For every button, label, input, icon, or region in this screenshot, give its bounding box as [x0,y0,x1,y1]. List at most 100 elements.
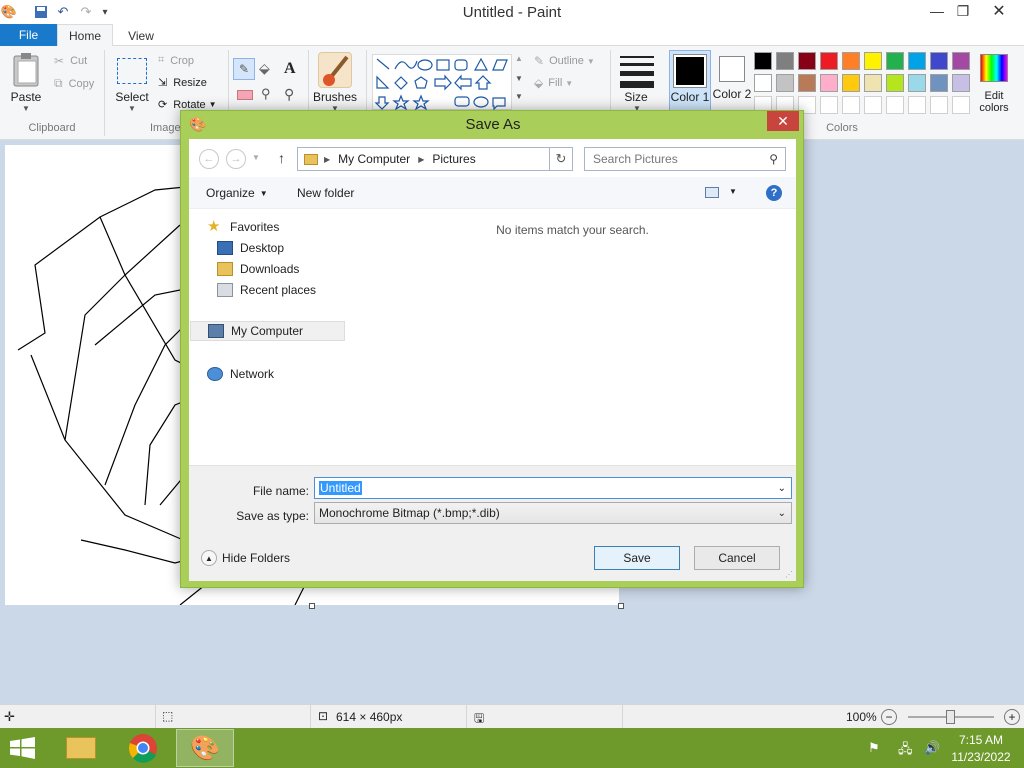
palette-swatch[interactable] [886,74,904,92]
palette-swatch[interactable] [776,52,794,70]
color-picker-icon[interactable]: ⚲ [261,86,271,102]
palette-swatch[interactable] [952,52,970,70]
file-name-input[interactable]: Untitled [319,481,362,495]
clock-time[interactable]: 7:15 AM [946,733,1016,747]
palette-swatch[interactable] [908,96,926,114]
fill-bucket-icon[interactable]: ⬙ [259,60,270,77]
crop-button[interactable]: ⌗ Crop [158,54,194,67]
save-as-type-select[interactable]: Monochrome Bitmap (*.bmp;*.dib) ⌄ [314,502,792,524]
search-box[interactable]: Search Pictures ⚲ [584,147,786,171]
outline-button[interactable]: ✎ Outline ▼ [534,54,595,68]
palette-swatch[interactable] [864,52,882,70]
shapes-scroll-down-icon[interactable]: ▼ [515,74,523,83]
up-button[interactable]: ↑ [278,150,285,166]
help-icon[interactable]: ? [766,185,782,201]
shapes-scroll-up-icon[interactable]: ▲ [515,54,523,63]
start-button[interactable] [8,736,38,760]
paste-icon[interactable] [10,52,44,88]
copy-button[interactable]: ⧉ Copy [54,76,94,91]
file-name-dropdown-icon[interactable]: ⌄ [778,483,786,494]
paint-taskbar-icon[interactable]: 🎨 [176,729,234,767]
palette-swatch[interactable] [908,52,926,70]
palette-swatch[interactable] [820,52,838,70]
zoom-slider-thumb[interactable] [946,710,955,724]
zoom-out-button[interactable]: − [881,709,897,725]
magnifier-icon[interactable]: ⚲ [284,86,294,103]
palette-swatch[interactable] [842,96,860,114]
tree-favorites[interactable]: ★ Favorites [207,217,279,237]
text-tool-icon[interactable]: A [284,60,296,78]
palette-swatch[interactable] [820,74,838,92]
select-dropdown-icon[interactable]: ▼ [128,104,136,113]
file-explorer-icon[interactable] [56,730,106,766]
palette-swatch[interactable] [864,96,882,114]
palette-swatch[interactable] [886,96,904,114]
restore-button[interactable]: ❐ [946,0,980,22]
recent-locations-icon[interactable]: ▼ [252,153,260,162]
size-icon[interactable] [620,56,654,88]
palette-swatch[interactable] [908,74,926,92]
tree-network[interactable]: Network [207,364,274,384]
forward-button[interactable]: → [226,149,246,169]
cut-button[interactable]: ✂ Cut [54,54,87,68]
tab-view[interactable]: View [113,24,169,47]
back-button[interactable]: ← [199,149,219,169]
zoom-in-button[interactable]: + [1004,709,1020,725]
palette-swatch[interactable] [798,52,816,70]
palette-swatch[interactable] [864,74,882,92]
refresh-icon[interactable]: ↻ [549,147,573,171]
search-input[interactable]: Search Pictures [593,152,678,166]
organize-button[interactable]: Organize ▼ [206,186,268,200]
edit-colors-button[interactable]: Edit colors [974,90,1014,114]
paste-button[interactable]: Paste [6,90,46,104]
save-button[interactable]: Save [594,546,680,570]
resize-handle-corner[interactable] [618,603,624,609]
fill-button[interactable]: ⬙ Fill ▼ [534,76,573,90]
brushes-button[interactable]: Brushes [310,90,360,104]
select-icon[interactable] [117,58,147,84]
color2-button[interactable]: Color 2 [712,50,752,114]
shapes-gallery[interactable] [372,54,512,111]
tree-desktop[interactable]: Desktop [217,238,284,258]
tab-file[interactable]: File [0,24,57,46]
color1-button[interactable]: Color 1 [669,50,711,114]
select-button[interactable]: Select [112,90,152,104]
shapes-expand-icon[interactable]: ▼ [515,92,523,101]
palette-swatch[interactable] [930,96,948,114]
size-grip-icon[interactable]: ⋰ [785,570,793,579]
view-dropdown-icon[interactable]: ▼ [729,187,737,196]
clock-date[interactable]: 11/23/2022 [946,750,1016,764]
dialog-close-button[interactable]: ✕ [767,111,799,131]
address-bar[interactable]: ▶ My Computer ▶ Pictures ⌄ [297,147,573,171]
palette-swatch[interactable] [952,74,970,92]
pencil-icon[interactable]: ✎ [233,58,255,80]
breadcrumb-my-computer[interactable]: My Computer [338,152,410,166]
view-options-icon[interactable] [705,187,719,198]
volume-icon[interactable]: 🔊 [924,740,940,756]
palette-swatch[interactable] [842,74,860,92]
palette-swatch[interactable] [754,74,772,92]
breadcrumb-pictures[interactable]: Pictures [432,152,475,166]
palette-swatch[interactable] [930,74,948,92]
network-tray-icon[interactable]: 🖧 [898,740,913,762]
brushes-icon[interactable] [318,52,352,88]
paste-dropdown-icon[interactable]: ▼ [22,104,30,113]
palette-swatch[interactable] [952,96,970,114]
eraser-icon[interactable] [237,90,253,100]
chrome-icon[interactable] [118,730,168,766]
tree-my-computer[interactable]: My Computer [190,321,345,341]
hide-folders-button[interactable]: ▲ Hide Folders [201,550,290,566]
close-button[interactable]: ✕ [982,0,1016,22]
resize-button[interactable]: ⇲ Resize [158,76,207,90]
palette-swatch[interactable] [754,52,772,70]
size-button[interactable]: Size [616,90,656,104]
palette-swatch[interactable] [930,52,948,70]
resize-handle-bottom[interactable] [309,603,315,609]
palette-swatch[interactable] [886,52,904,70]
palette-swatch[interactable] [798,74,816,92]
file-name-field[interactable]: Untitled ⌄ [314,477,792,499]
palette-swatch[interactable] [842,52,860,70]
new-folder-button[interactable]: New folder [297,186,354,200]
palette-swatch[interactable] [820,96,838,114]
tree-downloads[interactable]: Downloads [217,259,299,279]
